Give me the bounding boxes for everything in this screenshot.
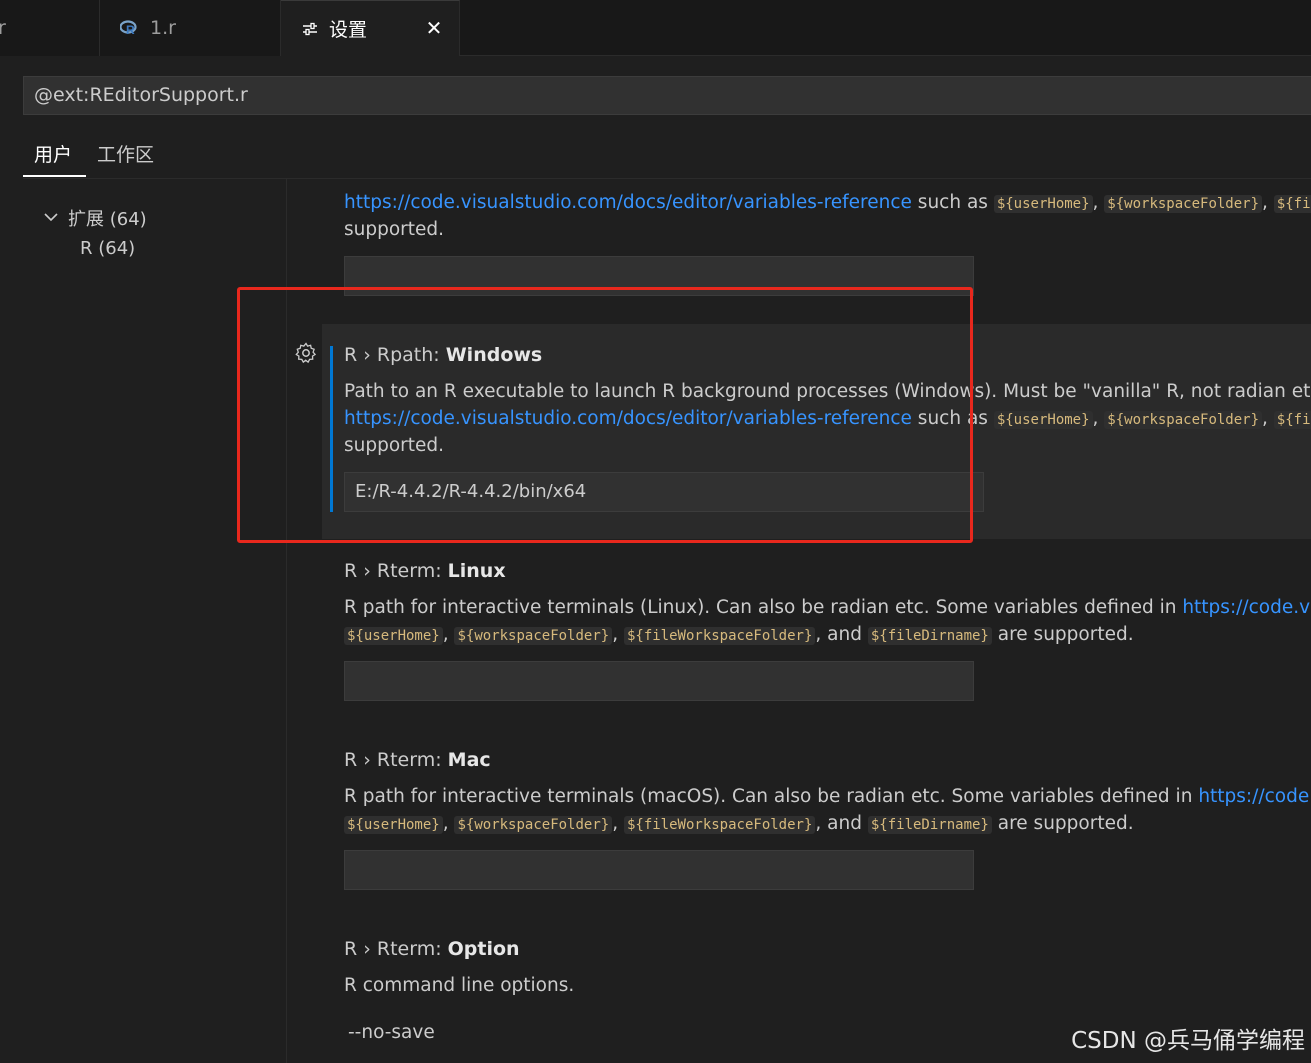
chevron-down-icon[interactable] <box>44 209 58 223</box>
variables-reference-link[interactable]: https://code.visualstudio.com/docs/edito… <box>1198 786 1311 807</box>
tab-settings[interactable]: 设置 ✕ <box>281 0 460 56</box>
code-workspacefolder: ${workspaceFolder} <box>1104 195 1263 213</box>
tab-label: 设置 <box>329 19 368 41</box>
code-fileworkspacefolder: ${fileWorkspaceFolder} <box>623 627 816 645</box>
code-filew: ${fileW <box>1273 411 1311 429</box>
setting-name: Linux <box>447 560 506 582</box>
r-language-icon: R <box>119 19 138 37</box>
desc-text: R path for interactive terminals (macOS)… <box>344 786 1199 807</box>
setting-description: https://code.visualstudio.com/docs/edito… <box>344 189 1311 218</box>
desc-text: are supported. <box>991 624 1134 645</box>
tab-prev-r-file[interactable]: .r <box>0 0 100 56</box>
variables-reference-link[interactable]: https://code.visualstudio.com/docs/edito… <box>1182 597 1311 618</box>
setting-description: R command line options. <box>344 975 575 996</box>
code-filedirname: ${fileDirname} <box>867 627 992 645</box>
code-userhome: ${userHome} <box>993 195 1093 213</box>
active-tab-underline <box>23 175 86 177</box>
setting-description-line2: ${userHome}, ${workspaceFolder}, ${fileW… <box>344 810 1311 839</box>
toc-item-extensions[interactable]: 扩展 (64) <box>68 205 147 231</box>
setting-description: R path for interactive terminals (Linux)… <box>344 594 1311 621</box>
setting-title: R › Rterm: Linux <box>344 560 506 582</box>
setting-name: Mac <box>447 749 491 771</box>
close-icon[interactable]: ✕ <box>423 17 445 39</box>
code-filedirname: ${fileDirname} <box>867 816 992 834</box>
setting-category: R › Rterm: <box>344 560 448 582</box>
desc-text: , and <box>815 624 868 645</box>
settings-search-input[interactable]: @ext:REditorSupport.r <box>23 76 1311 115</box>
setting-category: R › Rterm: <box>344 749 448 771</box>
tab-workspace[interactable]: 工作区 <box>97 140 154 167</box>
setting-name: Option <box>447 938 520 960</box>
setting-category: R › Rterm: <box>344 938 448 960</box>
setting-description-line2: ${userHome}, ${workspaceFolder}, ${fileW… <box>344 621 1311 650</box>
toc-item-r[interactable]: R (64) <box>80 238 135 259</box>
tab-1-r[interactable]: R 1.r <box>100 0 281 56</box>
code-userhome: ${userHome} <box>344 816 443 834</box>
setting-description: R path for interactive terminals (macOS)… <box>344 783 1311 810</box>
settings-scope-tabs: 用户 工作区 <box>23 134 1311 179</box>
desc-text: such as <box>911 192 994 213</box>
desc-text: are supported. <box>991 813 1134 834</box>
code-userhome: ${userHome} <box>344 627 443 645</box>
settings-sliders-icon <box>301 20 319 38</box>
watermark: CSDN @兵马俑学编程 <box>1071 1028 1305 1054</box>
code-filew: ${fileW <box>1273 195 1311 213</box>
tab-bar: .r R 1.r 设置 ✕ <box>0 0 1311 56</box>
highlight-box <box>237 287 973 543</box>
tab-label: 1.r <box>150 17 176 39</box>
code-workspacefolder: ${workspaceFolder} <box>1104 411 1263 429</box>
variables-reference-link[interactable]: https://code.visualstudio.com/docs/edito… <box>344 192 912 213</box>
tab-label: .r <box>0 17 6 39</box>
desc-text: R path for interactive terminals (Linux)… <box>344 597 1183 618</box>
desc-text: , and <box>815 813 868 834</box>
setting-description-tail: supported. <box>344 219 445 240</box>
tab-user[interactable]: 用户 <box>34 140 72 167</box>
setting-title: R › Rterm: Mac <box>344 749 491 771</box>
code-workspacefolder: ${workspaceFolder} <box>454 816 613 834</box>
rterm-mac-input[interactable] <box>344 850 974 890</box>
code-workspacefolder: ${workspaceFolder} <box>454 627 613 645</box>
svg-text:R: R <box>126 23 135 37</box>
code-fileworkspacefolder: ${fileWorkspaceFolder} <box>623 816 816 834</box>
rterm-linux-input[interactable] <box>344 661 974 701</box>
setting-title: R › Rterm: Option <box>344 938 520 960</box>
code-userhome: ${userHome} <box>993 411 1093 429</box>
